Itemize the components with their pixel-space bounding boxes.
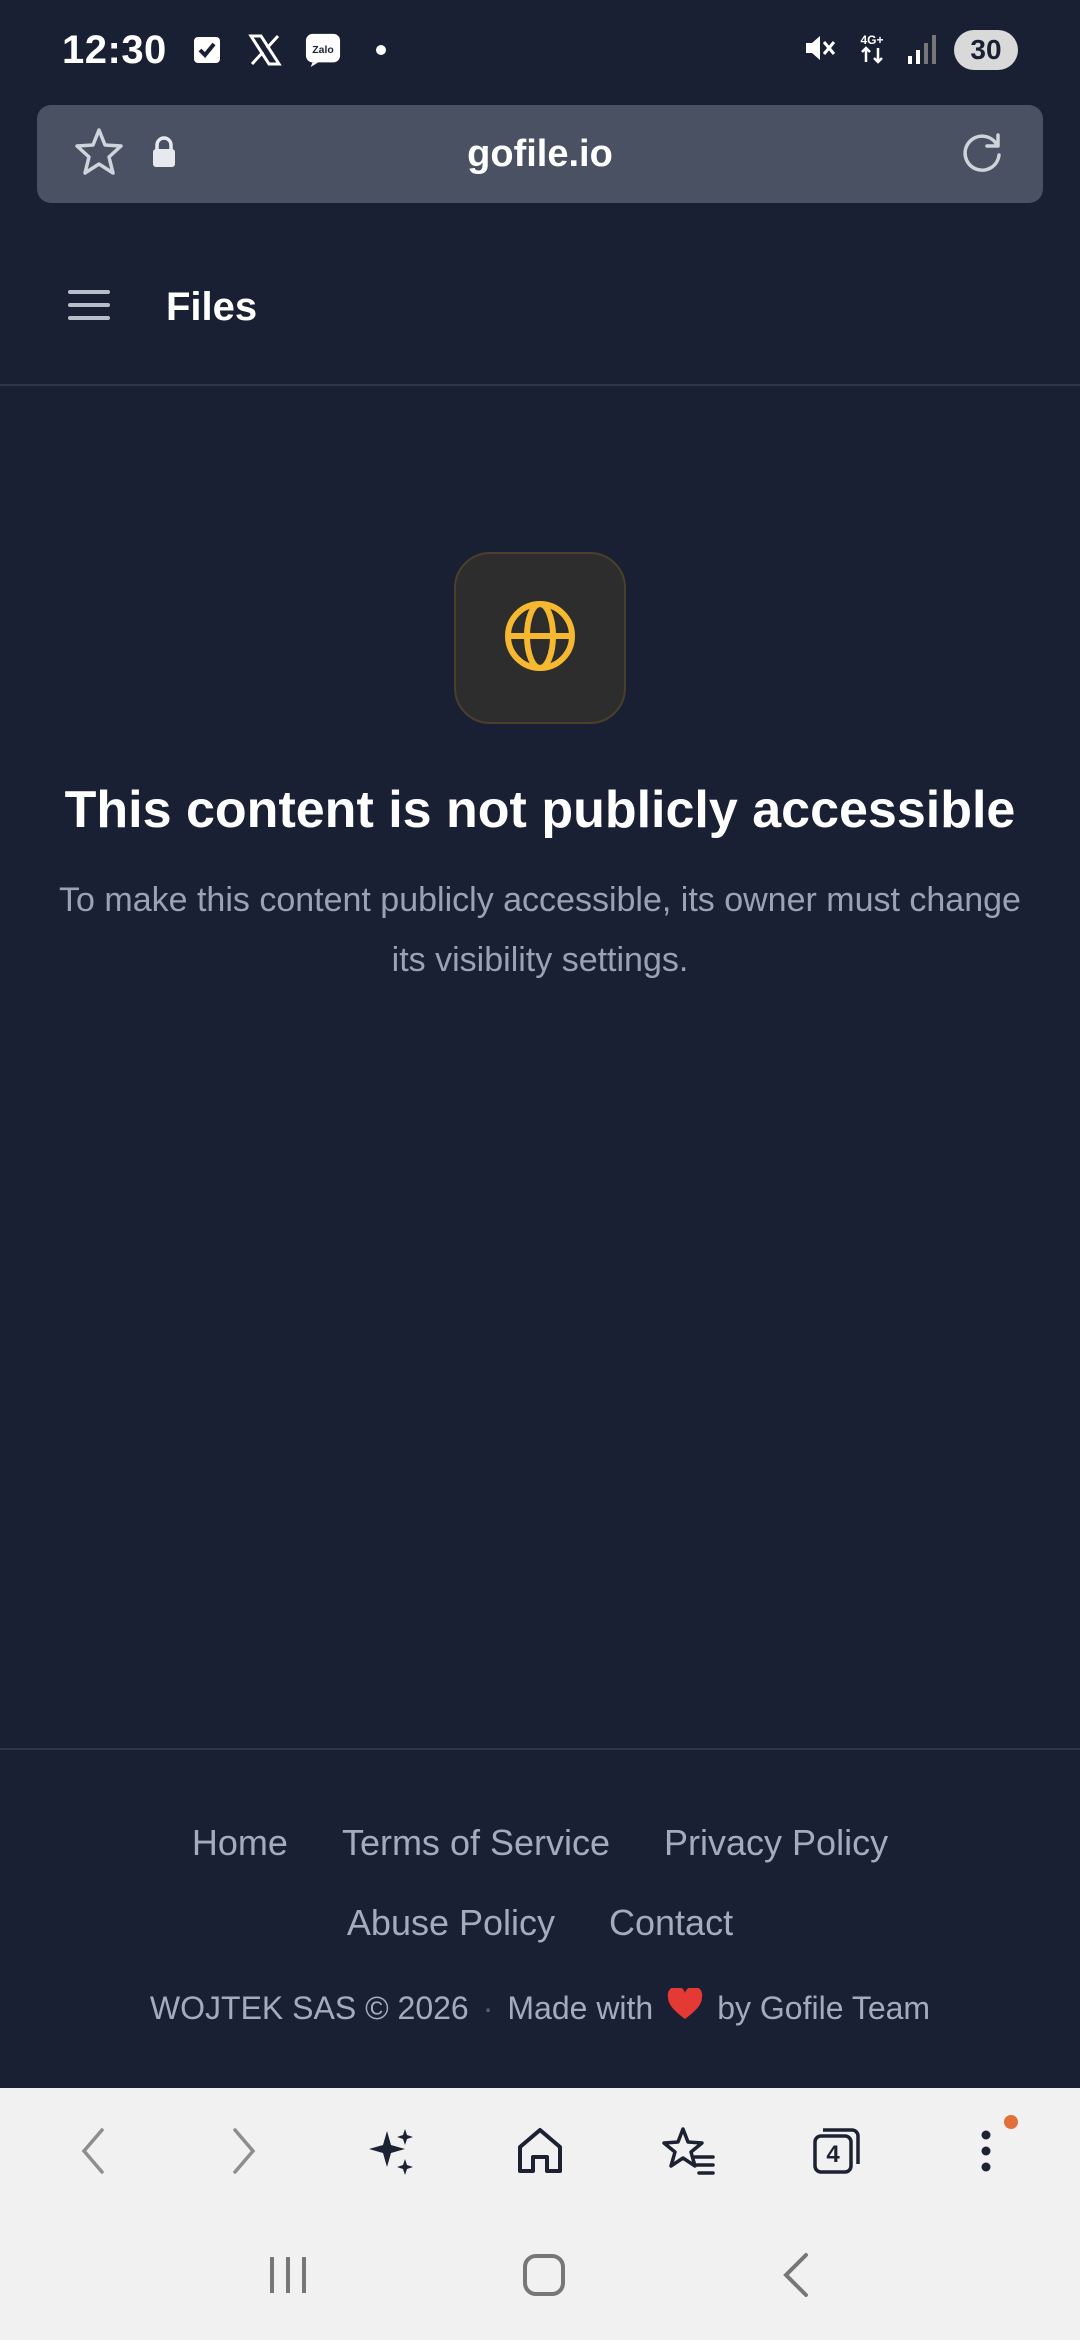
notification-dot xyxy=(1003,2115,1018,2129)
tab-count: 4 xyxy=(826,2141,840,2168)
bookmark-star-icon[interactable] xyxy=(73,126,125,183)
home-nav-icon[interactable] xyxy=(520,2251,568,2304)
url-bar[interactable]: gofile.io xyxy=(37,105,1043,203)
browser-toolbar: 4 xyxy=(0,2088,1080,2214)
hamburger-menu-icon[interactable] xyxy=(68,288,110,327)
copyright-text: WOJTEK SAS © 2026 xyxy=(149,1989,469,2026)
footer-copyright: WOJTEK SAS © 2026 · Made with by Gofile … xyxy=(0,1986,1080,2028)
battery-indicator: 30 xyxy=(954,30,1018,70)
back-icon[interactable] xyxy=(54,2111,134,2191)
footer-link-terms[interactable]: Terms of Service xyxy=(342,1822,610,1864)
status-time: 12:30 xyxy=(62,27,167,72)
checkbox-icon xyxy=(189,32,225,68)
more-menu-icon[interactable] xyxy=(946,2111,1026,2191)
zalo-icon: Zalo xyxy=(305,32,341,68)
lock-icon[interactable] xyxy=(149,135,179,174)
heart-icon xyxy=(667,1986,703,2028)
svg-text:4G+: 4G+ xyxy=(860,33,883,47)
footer-link-contact[interactable]: Contact xyxy=(609,1902,733,1944)
footer: Home Terms of Service Privacy Policy Abu… xyxy=(0,1748,1080,2088)
error-message: To make this content publicly accessible… xyxy=(59,881,1021,979)
sparkle-ai-icon[interactable] xyxy=(351,2111,431,2191)
status-bar: 12:30 Zalo 4G+ 30 xyxy=(0,0,1080,100)
footer-link-privacy[interactable]: Privacy Policy xyxy=(664,1822,888,1864)
separator: · xyxy=(482,1989,494,2026)
app-header: Files xyxy=(0,230,1080,386)
system-nav-bar xyxy=(0,2214,1080,2340)
status-right: 4G+ 30 xyxy=(802,30,1018,71)
recent-apps-icon[interactable] xyxy=(264,2253,312,2302)
url-text[interactable]: gofile.io xyxy=(37,133,1043,176)
bookmarks-star-list-icon[interactable] xyxy=(649,2111,729,2191)
url-left xyxy=(73,126,179,183)
globe-icon-container xyxy=(454,552,626,724)
footer-link-abuse[interactable]: Abuse Policy xyxy=(347,1902,555,1944)
network-4g-icon: 4G+ xyxy=(854,30,890,71)
forward-icon[interactable] xyxy=(203,2111,283,2191)
made-with-text: Made with xyxy=(507,1989,654,2026)
back-nav-icon[interactable] xyxy=(776,2251,816,2304)
more-dot-icon xyxy=(363,32,399,68)
reload-icon[interactable] xyxy=(957,127,1007,182)
tabs-icon[interactable]: 4 xyxy=(797,2111,877,2191)
svg-text:Zalo: Zalo xyxy=(312,45,333,56)
footer-link-home[interactable]: Home xyxy=(192,1822,288,1864)
page-title: Files xyxy=(166,284,258,329)
error-heading: This content is not publicly accessible xyxy=(64,781,1016,839)
signal-icon xyxy=(906,30,938,71)
home-icon[interactable] xyxy=(500,2111,580,2191)
by-team-text: by Gofile Team xyxy=(717,1989,931,2026)
x-twitter-icon xyxy=(247,32,283,68)
globe-icon xyxy=(503,599,577,678)
main-content: This content is not publicly accessible … xyxy=(0,388,1080,1748)
footer-links-row2: Abuse Policy Contact xyxy=(0,1902,1080,1944)
mute-icon xyxy=(802,30,838,71)
footer-links-row1: Home Terms of Service Privacy Policy xyxy=(0,1822,1080,1864)
status-left: 12:30 Zalo xyxy=(62,28,399,73)
